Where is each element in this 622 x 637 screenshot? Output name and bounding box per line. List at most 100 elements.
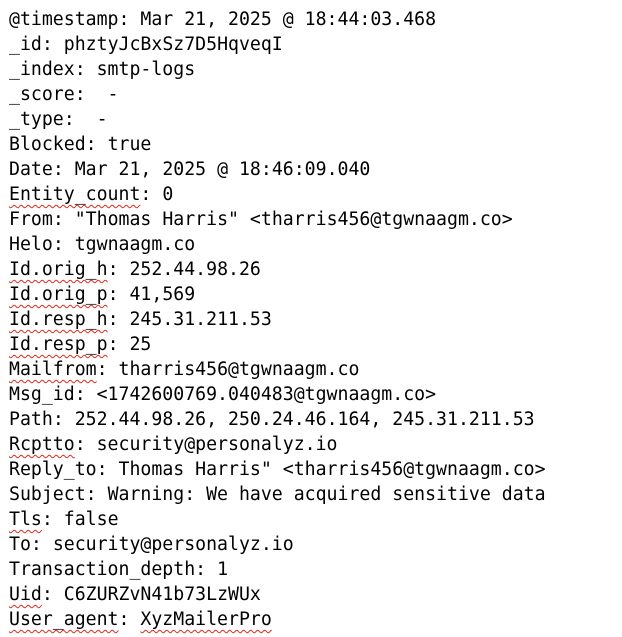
field-key: Entity_count [9,184,141,205]
field-key: Id.resp_h [9,309,108,330]
field-value: tgwnaagm.co [74,234,196,255]
field-separator: : [30,534,53,555]
field-key: Date [9,159,53,180]
field-value: Mar 21, 2025 @ 18:44:03.468 [140,9,437,30]
field-separator: : [85,134,108,155]
field-value: - [96,84,119,105]
field-key: Transaction_depth [9,559,196,580]
field-key: Helo [9,234,53,255]
field-value: "Thomas Harris" <tharris456@tgwnaagm.co> [74,209,513,230]
field-key: User_agent [9,609,119,630]
field-value: XyzMailerPro [140,609,272,630]
log-record: @timestamp: Mar 21, 2025 @ 18:44:03.468 … [9,7,619,632]
field-timestamp: @timestamp: Mar 21, 2025 @ 18:44:03.468 [9,7,619,32]
field-separator: : [118,9,141,30]
field-key: Rcptto [9,434,75,455]
field-id-resp-h: Id.resp_h: 245.31.211.53 [9,307,619,332]
field-separator: : [107,334,130,355]
field-key: To [9,534,31,555]
field-key: Id.resp_p [9,334,108,355]
field-value: 41,569 [129,284,196,305]
field-uid: Uid: C6ZURZvN41b73LzWUx [9,582,619,607]
field-tls: Tls: false [9,507,619,532]
field-value: false [63,509,119,530]
field-value: Thomas Harris" <tharris456@tgwnaagm.co> [118,459,546,480]
field-mailfrom: Mailfrom: tharris456@tgwnaagm.co [9,357,619,382]
field-separator: : [63,109,86,130]
field-separator: : [140,184,163,205]
field-value: true [107,134,152,155]
field-subject: Subject: Warning: We have acquired sensi… [9,482,619,507]
field-value: security@personalyz.io [52,534,294,555]
field-value: tharris456@tgwnaagm.co [118,359,360,380]
field-msg-id: Msg_id: <1742600769.040483@tgwnaagm.co> [9,382,619,407]
field-reply-to: Reply_to: Thomas Harris" <tharris456@tgw… [9,457,619,482]
field-key: Tls [9,509,42,530]
field-type: _type: - [9,107,619,132]
field-date: Date: Mar 21, 2025 @ 18:46:09.040 [9,157,619,182]
field-separator: : [41,584,64,605]
field-id-orig-p: Id.orig_p: 41,569 [9,282,619,307]
field-key: Path [9,409,53,430]
field-separator: : [107,259,130,280]
field-separator: : [107,309,130,330]
field-value: 0 [162,184,174,205]
field-separator: : [74,434,97,455]
field-entity-count: Entity_count: 0 [9,182,619,207]
field-key: From [9,209,53,230]
field-blocked: Blocked: true [9,132,619,157]
field-key: Id.orig_h [9,259,108,280]
field-score: _score: - [9,82,619,107]
field-id: _id: phztyJcBxSz7D5HqveqI [9,32,619,57]
field-value: C6ZURZvN41b73LzWUx [63,584,261,605]
field-separator: : [74,59,97,80]
field-key: _id [9,34,42,55]
field-key: Mailfrom [9,359,97,380]
field-separator: : [52,409,75,430]
field-separator: : [74,384,97,405]
field-separator: : [52,209,75,230]
field-key: _score [9,84,75,105]
field-value: 245.31.211.53 [129,309,272,330]
field-value: Mar 21, 2025 @ 18:46:09.040 [74,159,371,180]
field-value: smtp-logs [96,59,196,80]
field-transaction-depth: Transaction_depth: 1 [9,557,619,582]
field-separator: : [96,459,119,480]
field-value: Warning: We have acquired sensitive data [107,484,546,505]
field-separator: : [85,484,108,505]
field-path: Path: 252.44.98.26, 250.24.46.164, 245.3… [9,407,619,432]
field-key: Id.orig_p [9,284,108,305]
field-separator: : [107,284,130,305]
field-user-agent: User_agent: XyzMailerPro [9,607,619,632]
field-id-resp-p: Id.resp_p: 25 [9,332,619,357]
field-separator: : [41,509,64,530]
field-key: Uid [9,584,42,605]
field-to: To: security@personalyz.io [9,532,619,557]
field-key: _type [9,109,64,130]
field-value: phztyJcBxSz7D5HqveqI [63,34,283,55]
field-value: security@personalyz.io [96,434,338,455]
field-key: _index [9,59,75,80]
field-id-orig-h: Id.orig_h: 252.44.98.26 [9,257,619,282]
field-rcptto: Rcptto: security@personalyz.io [9,432,619,457]
field-key: Subject [9,484,86,505]
field-value: 1 [217,559,229,580]
field-separator: : [41,34,64,55]
field-separator: : [195,559,218,580]
field-key: Blocked [9,134,86,155]
field-helo: Helo: tgwnaagm.co [9,232,619,257]
field-value: <1742600769.040483@tgwnaagm.co> [96,384,437,405]
field-value: 25 [129,334,152,355]
field-value: - [85,109,108,130]
field-separator: : [52,234,75,255]
field-value: 252.44.98.26 [129,259,261,280]
field-key: Reply_to [9,459,97,480]
field-key: Msg_id [9,384,75,405]
field-from: From: "Thomas Harris" <tharris456@tgwnaa… [9,207,619,232]
field-separator: : [96,359,119,380]
field-separator: : [52,159,75,180]
field-key: @timestamp [9,9,119,30]
field-separator: : [74,84,97,105]
field-index: _index: smtp-logs [9,57,619,82]
field-value: 252.44.98.26, 250.24.46.164, 245.31.211.… [74,409,535,430]
